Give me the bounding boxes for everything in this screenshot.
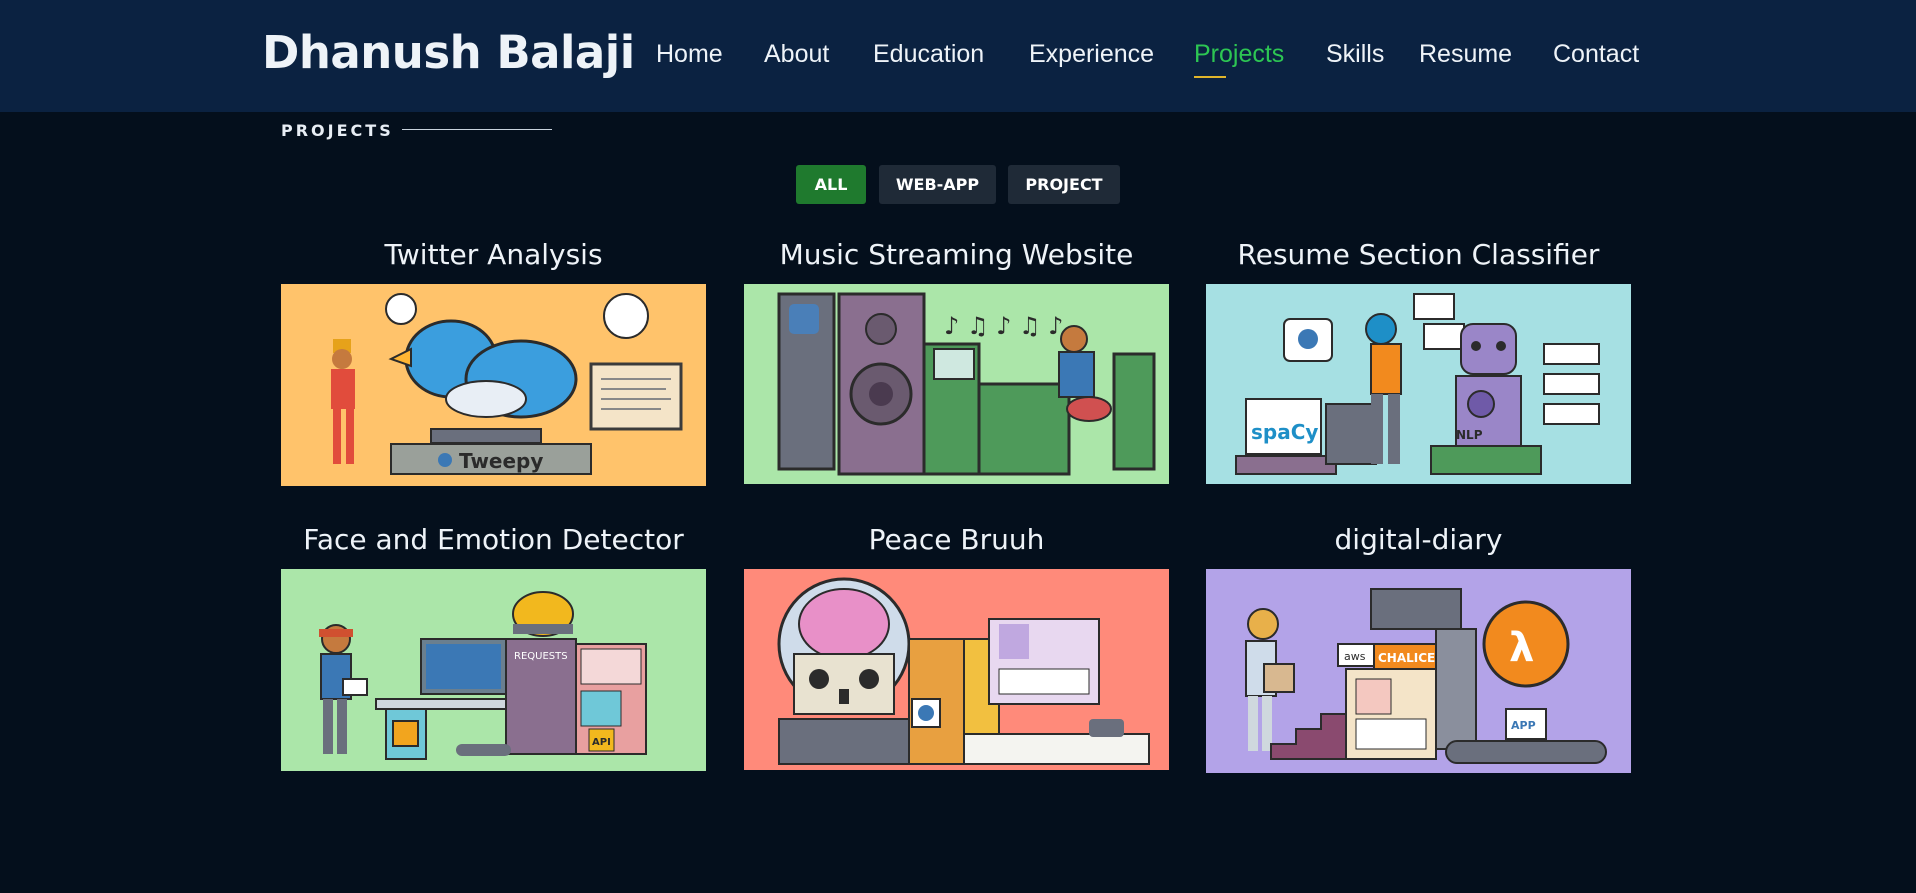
filter-project-button[interactable]: PROJECT — [1008, 165, 1120, 204]
project-title[interactable]: digital-diary — [1206, 523, 1631, 556]
thumbnail-label: REQUESTS — [514, 651, 568, 662]
project-thumbnail-peace-bruuh[interactable] — [744, 569, 1169, 770]
project-title[interactable]: Music Streaming Website — [744, 238, 1169, 271]
project-thumbnail-digital-diary[interactable]: aws CHALICE λ APP — [1206, 569, 1631, 773]
nav-about[interactable]: About — [764, 40, 829, 69]
filter-web-app-button[interactable]: WEB-APP — [879, 165, 996, 204]
nav-projects[interactable]: Projects — [1194, 40, 1284, 69]
project-title[interactable]: Peace Bruuh — [744, 523, 1169, 556]
nav-skills[interactable]: Skills — [1326, 40, 1384, 69]
thumbnail-label: API — [592, 737, 611, 748]
nav-contact[interactable]: Contact — [1553, 40, 1639, 69]
thumbnail-label: APP — [1511, 719, 1536, 732]
active-nav-underline — [1194, 76, 1226, 78]
section-label: PROJECTS — [281, 121, 394, 140]
project-title[interactable]: Twitter Analysis — [281, 238, 706, 271]
project-thumbnail-resume-classifier[interactable]: spaCy NLP — [1206, 284, 1631, 484]
nav-experience[interactable]: Experience — [1029, 40, 1154, 69]
thumbnail-label: aws — [1344, 650, 1366, 663]
main-nav: Home About Education Experience Projects… — [0, 40, 1916, 80]
svg-text:λ: λ — [1509, 625, 1534, 671]
project-title[interactable]: Resume Section Classifier — [1206, 238, 1631, 271]
thumbnail-label: NLP — [1456, 428, 1483, 442]
nav-education[interactable]: Education — [873, 40, 984, 69]
svg-text:♪ ♫ ♪ ♫ ♪: ♪ ♫ ♪ ♫ ♪ — [944, 312, 1064, 340]
thumbnail-label: CHALICE — [1378, 651, 1435, 665]
project-thumbnail-face-emotion[interactable]: REQUESTS API — [281, 569, 706, 771]
nav-resume[interactable]: Resume — [1419, 40, 1512, 69]
project-thumbnail-twitter[interactable]: Tweepy — [281, 284, 706, 486]
project-title[interactable]: Face and Emotion Detector — [281, 523, 706, 556]
nav-home[interactable]: Home — [656, 40, 723, 69]
thumbnail-label: Tweepy — [459, 449, 543, 473]
thumbnail-label: spaCy — [1251, 420, 1318, 444]
section-divider — [402, 129, 552, 130]
project-thumbnail-music[interactable]: ♪ ♫ ♪ ♫ ♪ — [744, 284, 1169, 484]
filter-all-button[interactable]: ALL — [796, 165, 866, 204]
site-header: Dhanush Balaji Home About Education Expe… — [0, 0, 1916, 112]
